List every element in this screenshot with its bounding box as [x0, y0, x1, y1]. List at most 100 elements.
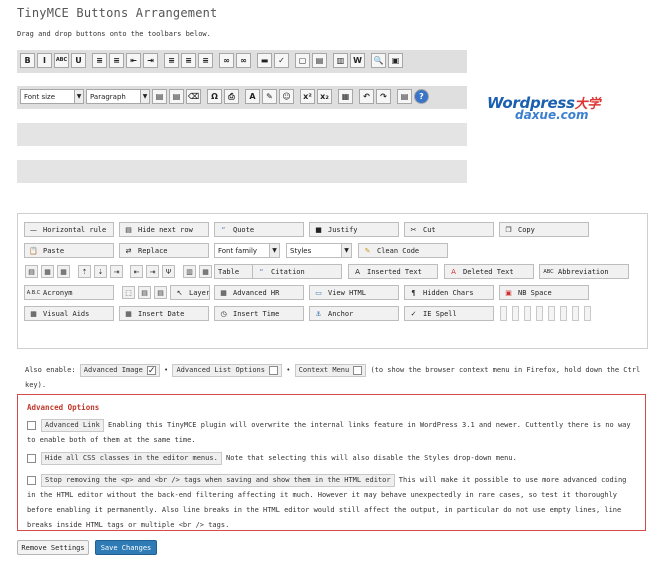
toolbar-3-empty[interactable]	[17, 123, 467, 146]
separator-handle[interactable]	[536, 306, 543, 321]
table-props-icon[interactable]: ▤	[25, 265, 38, 278]
separator-handle[interactable]	[524, 306, 531, 321]
deleted-text-button[interactable]: A Deleted Text	[444, 264, 534, 279]
bold-icon[interactable]: B	[20, 53, 35, 68]
separator-handle[interactable]	[572, 306, 579, 321]
paragraph-select[interactable]: Paragraph ▼	[86, 89, 150, 104]
delete-col-icon[interactable]: Ψ	[162, 265, 175, 278]
citation-button[interactable]: “ Citation	[252, 264, 342, 279]
context-menu-checkbox[interactable]	[353, 365, 363, 375]
numbered-list-icon[interactable]: ≡	[109, 53, 124, 68]
row-before-icon[interactable]: ⇡	[78, 265, 91, 278]
advanced-link-label[interactable]: Advanced Link	[41, 418, 104, 432]
indent-icon[interactable]: ⇥	[143, 53, 158, 68]
toolbar-1[interactable]: B I ABC U ≡ ≡ ⇤ ⇥ ≡ ≡ ≡ ∞ ∞ ▬ ✓ ▢ ▤ ▥ W 🔍 ▣	[17, 50, 467, 73]
unlink-icon[interactable]: ∞	[236, 53, 251, 68]
align-left-icon[interactable]: ≡	[164, 53, 179, 68]
split-cells-icon[interactable]: ▥	[183, 265, 196, 278]
advanced-hr-button[interactable]: ▦ Advanced HR	[214, 285, 304, 300]
spellcheck-icon[interactable]: ✓	[274, 53, 289, 68]
layer-button[interactable]: ↖ Layer	[170, 285, 210, 300]
move-backward-icon[interactable]: ▤	[154, 286, 167, 299]
paste-text-icon[interactable]: ▤	[152, 89, 167, 104]
bullet-list-icon[interactable]: ≡	[92, 53, 107, 68]
clean-code-button[interactable]: ✎ Clean Code	[358, 243, 448, 258]
hide-next-row-button[interactable]: ▤ Hide next row	[119, 222, 209, 237]
redo-icon[interactable]: ↷	[376, 89, 391, 104]
advanced-list-option[interactable]: Advanced List Options	[172, 363, 282, 377]
merge-cells-icon[interactable]: ▦	[199, 265, 212, 278]
inserted-text-button[interactable]: A Inserted Text	[348, 264, 438, 279]
toolbar-4-empty[interactable]	[17, 160, 467, 183]
underline-icon[interactable]: U	[71, 53, 86, 68]
outdent-icon[interactable]: ⇤	[126, 53, 141, 68]
anchor-button[interactable]: ⚓ Anchor	[309, 306, 399, 321]
separator-handle[interactable]	[500, 306, 507, 321]
link-icon[interactable]: ∞	[219, 53, 234, 68]
move-forward-icon[interactable]: ▤	[138, 286, 151, 299]
cut-button[interactable]: ✂ Cut	[404, 222, 494, 237]
font-size-select[interactable]: Font size ▼	[20, 89, 84, 104]
text-color-icon[interactable]: A	[245, 89, 260, 104]
acronym-button[interactable]: A.B.C Acronym	[24, 285, 114, 300]
visual-aids-button[interactable]: ▦ Visual Aids	[24, 306, 114, 321]
col-after-icon[interactable]: ⇥	[146, 265, 159, 278]
stop-removing-tags-label[interactable]: Stop removing the <p> and <br /> tags wh…	[41, 473, 395, 487]
cell-props-icon[interactable]: ▦	[41, 265, 54, 278]
help-icon[interactable]: ?	[414, 89, 429, 104]
paste-word-icon[interactable]: W	[350, 53, 365, 68]
row-after-icon[interactable]: ⇣	[94, 265, 107, 278]
strikethrough-icon[interactable]: ABC	[54, 53, 69, 68]
advanced-image-checkbox[interactable]	[146, 364, 156, 379]
paste-word-icon[interactable]: ▤	[169, 89, 184, 104]
advanced-image-option[interactable]: Advanced Image	[79, 363, 160, 379]
media-icon[interactable]: ▦	[338, 89, 353, 104]
print-icon[interactable]: ⎙	[224, 89, 239, 104]
copy-button[interactable]: ❐ Copy	[499, 222, 589, 237]
advanced-list-checkbox[interactable]	[268, 365, 278, 375]
page-break-icon[interactable]: ▥	[333, 53, 348, 68]
separator-handle[interactable]	[548, 306, 555, 321]
abbreviation-button[interactable]: ABC Abbreviation	[539, 264, 629, 279]
delete-row-icon[interactable]: ⇥	[110, 265, 123, 278]
hide-css-label[interactable]: Hide all CSS classes in the editor menus…	[41, 451, 222, 465]
context-menu-option[interactable]: Context Menu	[294, 363, 367, 377]
insert-layer-icon[interactable]: ⬚	[122, 286, 135, 299]
horizontal-rule-button[interactable]: — Horizontal rule	[24, 222, 114, 237]
toolbar-2[interactable]: Font size ▼ Paragraph ▼ ▤ ▤ ⌫ Ω ⎙ A ✎ ☺ x² x₂ ▦ ↶ ↷ ▤…	[17, 86, 467, 109]
nb-space-button[interactable]: ▣ NB Space	[499, 285, 589, 300]
find-icon[interactable]: 🔍	[371, 53, 386, 68]
align-right-icon[interactable]: ≡	[198, 53, 213, 68]
insert-time-button[interactable]: ◷ Insert Time	[214, 306, 304, 321]
font-family-select[interactable]: Font family ▼	[214, 243, 280, 258]
separator-handle[interactable]	[560, 306, 567, 321]
template-icon[interactable]: ▤	[397, 89, 412, 104]
highlight-icon[interactable]: ✎	[262, 89, 277, 104]
remove-format-icon[interactable]: ⌫	[186, 89, 201, 104]
paste-button[interactable]: 📋 Paste	[24, 243, 114, 258]
superscript-icon[interactable]: x²	[300, 89, 315, 104]
replace-button[interactable]: ⇄ Replace	[119, 243, 209, 258]
insert-more-icon[interactable]: ▬	[257, 53, 272, 68]
view-html-button[interactable]: ▭ View HTML	[309, 285, 399, 300]
media-icon[interactable]: ▣	[388, 53, 403, 68]
fullscreen-icon[interactable]: ▢	[295, 53, 310, 68]
italic-icon[interactable]: I	[37, 53, 52, 68]
subscript-icon[interactable]: x₂	[317, 89, 332, 104]
quote-button[interactable]: “ Quote	[214, 222, 304, 237]
row-props-icon[interactable]: ▦	[57, 265, 70, 278]
kitchen-sink-icon[interactable]: ▤	[312, 53, 327, 68]
separator-handle[interactable]	[512, 306, 519, 321]
ie-spell-button[interactable]: ✓ IE Spell	[404, 306, 494, 321]
emoticon-icon[interactable]: ☺	[279, 89, 294, 104]
separator-handle[interactable]	[584, 306, 591, 321]
col-before-icon[interactable]: ⇤	[130, 265, 143, 278]
justify-button[interactable]: ■ Justify	[309, 222, 399, 237]
advanced-link-checkbox[interactable]	[27, 420, 36, 430]
special-char-icon[interactable]: Ω	[207, 89, 222, 104]
hide-css-checkbox[interactable]	[27, 453, 36, 463]
styles-select[interactable]: Styles ▼	[286, 243, 352, 258]
save-changes-button[interactable]: Save Changes	[95, 540, 157, 555]
insert-date-button[interactable]: ▦ Insert Date	[119, 306, 209, 321]
hidden-chars-button[interactable]: ¶ Hidden Chars	[404, 285, 494, 300]
